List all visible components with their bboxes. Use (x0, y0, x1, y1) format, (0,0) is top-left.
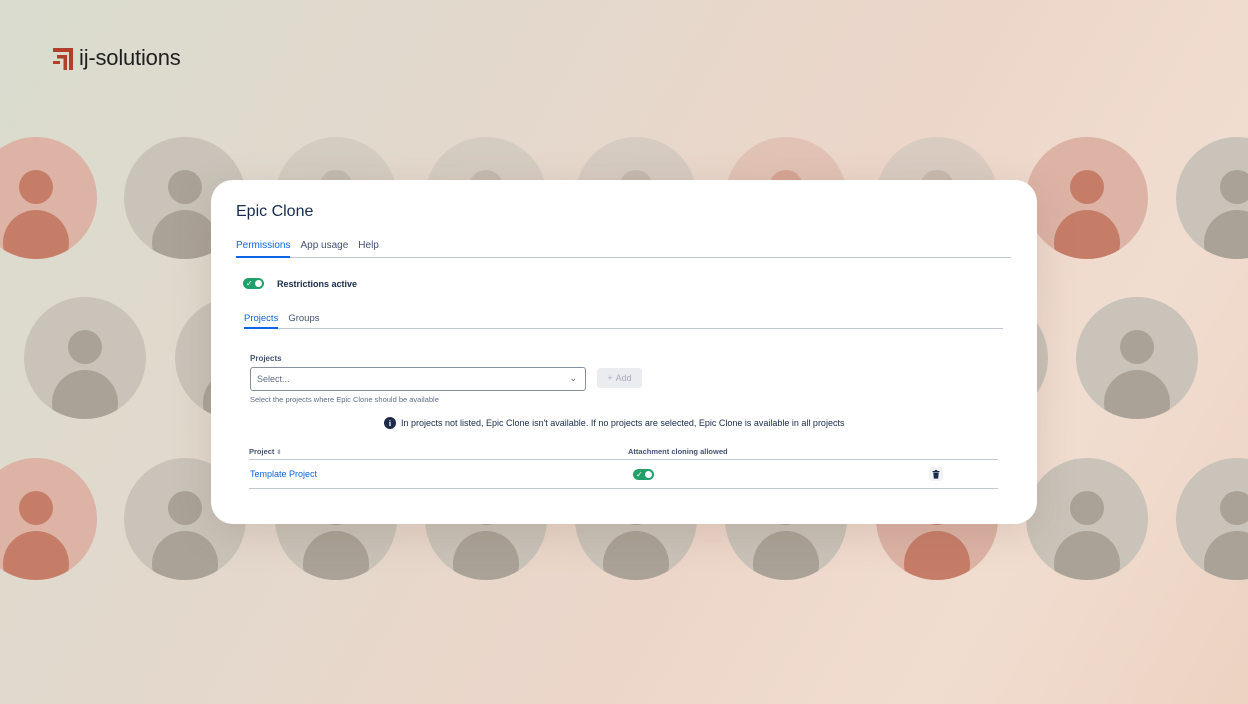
tab-help[interactable]: Help (358, 240, 379, 256)
user-icon (1176, 458, 1248, 580)
check-icon: ✓ (636, 470, 643, 479)
restrictions-row: ✓ Restrictions active (243, 278, 357, 289)
column-header-project-label: Project (249, 447, 275, 456)
tab-app-usage[interactable]: App usage (300, 240, 348, 256)
page-title: Epic Clone (236, 203, 314, 220)
projects-table: Project ⇕ Attachment cloning allowed Tem… (249, 446, 998, 489)
ij-solutions-logo-icon (53, 46, 75, 70)
brand-name: ij-solutions (79, 45, 181, 70)
check-icon: ✓ (246, 279, 253, 288)
projects-select-placeholder: Select... (257, 374, 290, 384)
table-header: Project ⇕ Attachment cloning allowed (249, 446, 998, 460)
table-row: Template Project ✓ (249, 460, 998, 489)
sort-icon: ⇕ (276, 450, 282, 456)
project-link[interactable]: Template Project (250, 469, 317, 479)
plus-icon: + (607, 373, 613, 383)
user-icon (0, 137, 97, 259)
attachment-cloning-toggle[interactable]: ✓ (633, 469, 654, 480)
column-header-attachment: Attachment cloning allowed (628, 447, 728, 456)
user-icon (1026, 137, 1148, 259)
info-message: i In projects not listed, Epic Clone isn… (384, 417, 844, 429)
chevron-down-icon: ⌄ (569, 373, 577, 383)
add-project-button[interactable]: + Add (597, 368, 642, 388)
add-button-label: Add (615, 373, 632, 383)
brand-logo: ij-solutions (53, 45, 181, 71)
restrictions-label: Restrictions active (277, 278, 358, 289)
trash-icon (932, 469, 940, 479)
user-icon (1176, 137, 1248, 259)
info-message-text: In projects not listed, Epic Clone isn't… (401, 418, 845, 428)
app-settings-card: Epic Clone Permissions App usage Help ✓ … (211, 180, 1037, 524)
user-icon (0, 458, 97, 580)
projects-select[interactable]: Select... ⌄ (250, 367, 586, 391)
restrictions-toggle[interactable]: ✓ (243, 278, 264, 289)
user-icon (1076, 297, 1198, 419)
main-tabs: Permissions App usage Help (236, 240, 1011, 258)
tab-permissions[interactable]: Permissions (236, 240, 291, 258)
projects-helper-text: Select the projects where Epic Clone sho… (250, 395, 439, 404)
column-header-project[interactable]: Project ⇕ (249, 447, 282, 456)
delete-row-button[interactable] (929, 467, 943, 481)
user-icon (1026, 458, 1148, 580)
sub-tabs: Projects Groups (244, 313, 1003, 329)
projects-field-label: Projects (250, 354, 282, 363)
tab-projects[interactable]: Projects (244, 313, 279, 329)
user-icon (24, 297, 146, 419)
info-icon: i (384, 417, 396, 429)
tab-groups[interactable]: Groups (288, 313, 319, 327)
